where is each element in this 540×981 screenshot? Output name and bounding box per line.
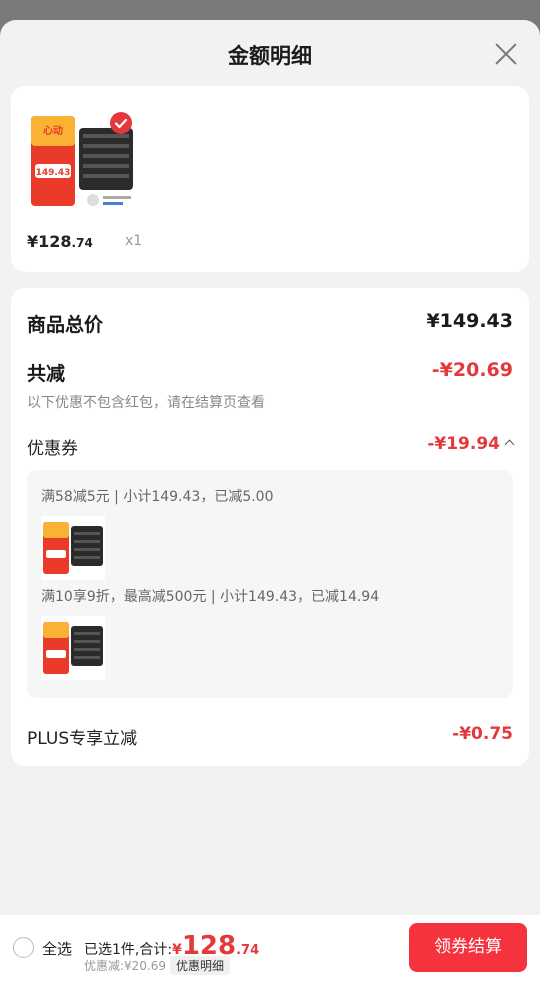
amount-detail-sheet: 金额明细 心动 149.43 ¥128.74 x1 商品总价 ¥149.43 共… xyxy=(0,20,540,981)
plus-value: -¥0.75 xyxy=(452,724,513,744)
svg-text:心动: 心动 xyxy=(43,124,63,137)
reduce-label: 共减 xyxy=(27,363,66,385)
reduce-value: -¥20.69 xyxy=(431,359,513,381)
total-value: ¥149.43 xyxy=(426,310,513,332)
checkout-button[interactable]: 领券结算 xyxy=(409,923,527,972)
coupon-value: -¥19.94 xyxy=(427,434,515,454)
plus-label: PLUS专享立减 xyxy=(27,729,138,749)
svg-text:149.43: 149.43 xyxy=(36,168,71,178)
select-all-radio[interactable] xyxy=(13,937,34,958)
discount-detail-button[interactable]: 优惠明细 xyxy=(170,956,231,975)
discount-note: 以下优惠不包含红包，请在结算页查看 xyxy=(27,395,265,411)
coupon-detail-box: 满58减5元 | 小计149.43，已减5.00 满10享9折，最高减500元 … xyxy=(27,470,513,698)
product-price: ¥128.74 xyxy=(27,232,93,251)
coupon-line-1: 满58减5元 | 小计149.43，已减5.00 xyxy=(41,489,274,505)
product-quantity: x1 xyxy=(125,233,143,249)
product-card: 心动 149.43 ¥128.74 x1 xyxy=(11,86,529,272)
coupon-product-thumb-1 xyxy=(41,516,105,580)
coupon-product-thumb-2 xyxy=(41,616,105,680)
price-summary-card: 商品总价 ¥149.43 共减 -¥20.69 以下优惠不包含红包，请在结算页查… xyxy=(11,288,529,766)
reduce-row: 共减 -¥20.69 xyxy=(27,359,513,386)
checkout-bar: 全选 已选1件,合计:¥128.74 优惠减:¥20.69 优惠明细 领券结算 xyxy=(0,915,540,981)
coupon-label: 优惠券 xyxy=(27,439,78,459)
plus-row: PLUS专享立减 -¥0.75 xyxy=(27,724,513,749)
total-row: 商品总价 ¥149.43 xyxy=(27,310,513,337)
discount-summary: 优惠减:¥20.69 优惠明细 xyxy=(84,956,231,975)
chevron-up-icon[interactable] xyxy=(504,439,515,450)
select-all-label[interactable]: 全选 xyxy=(42,938,72,959)
close-icon[interactable] xyxy=(494,42,518,66)
selected-check-icon[interactable] xyxy=(110,112,132,134)
sheet-title: 金额明细 xyxy=(228,44,312,68)
coupon-line-2: 满10享9折，最高减500元 | 小计149.43，已减14.94 xyxy=(41,589,380,605)
coupon-row[interactable]: 优惠券 -¥19.94 xyxy=(27,434,515,459)
total-label: 商品总价 xyxy=(27,314,104,336)
